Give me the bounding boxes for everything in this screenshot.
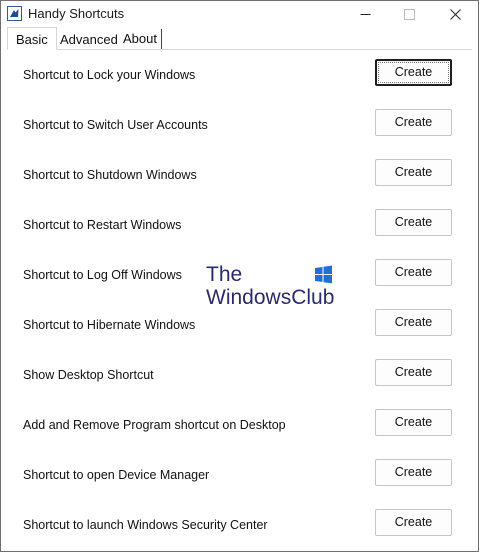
create-restart-button[interactable]: Create bbox=[375, 209, 452, 236]
create-add-remove-programs-button[interactable]: Create bbox=[375, 409, 452, 436]
watermark-line-1: The bbox=[206, 263, 243, 286]
lock-windows-label: Shortcut to Lock your Windows bbox=[23, 68, 196, 82]
device-manager-label: Shortcut to open Device Manager bbox=[23, 468, 210, 482]
watermark-line-2: WindowsClub bbox=[206, 286, 335, 309]
tab-basic[interactable]: Basic bbox=[7, 27, 57, 50]
create-hibernate-button[interactable]: Create bbox=[375, 309, 452, 336]
create-switch-user-button[interactable]: Create bbox=[375, 109, 452, 136]
maximize-button[interactable] bbox=[387, 1, 431, 27]
create-lock-windows-button[interactable]: Create bbox=[375, 59, 452, 86]
windows-logo-icon bbox=[314, 265, 333, 284]
app-icon bbox=[7, 6, 22, 21]
create-shutdown-button[interactable]: Create bbox=[375, 159, 452, 186]
tab-strip: Basic Advanced About bbox=[1, 27, 478, 51]
shutdown-label: Shortcut to Shutdown Windows bbox=[23, 168, 197, 182]
tab-about[interactable]: About bbox=[119, 29, 162, 49]
tab-advanced[interactable]: Advanced bbox=[55, 29, 123, 49]
hibernate-label: Shortcut to Hibernate Windows bbox=[23, 318, 196, 332]
switch-user-label: Shortcut to Switch User Accounts bbox=[23, 118, 208, 132]
watermark: The WindowsClub bbox=[206, 264, 346, 312]
title-bar[interactable]: Handy Shortcuts bbox=[1, 1, 478, 27]
log-off-label: Shortcut to Log Off Windows bbox=[23, 268, 182, 282]
create-security-center-button[interactable]: Create bbox=[375, 509, 452, 536]
create-show-desktop-button[interactable]: Create bbox=[375, 359, 452, 386]
create-device-manager-button[interactable]: Create bbox=[375, 459, 452, 486]
create-log-off-button[interactable]: Create bbox=[375, 259, 452, 286]
add-remove-programs-label: Add and Remove Program shortcut on Deskt… bbox=[23, 418, 286, 432]
restart-label: Shortcut to Restart Windows bbox=[23, 218, 182, 232]
close-button[interactable] bbox=[433, 1, 477, 27]
minimize-button[interactable] bbox=[343, 1, 387, 27]
app-window: Handy Shortcuts Basic Advanced About Sho… bbox=[0, 0, 479, 552]
close-icon bbox=[449, 8, 461, 20]
show-desktop-label: Show Desktop Shortcut bbox=[23, 368, 154, 382]
button-label: Create bbox=[394, 65, 433, 79]
tab-divider bbox=[7, 49, 472, 50]
window-title: Handy Shortcuts bbox=[28, 6, 125, 21]
maximize-icon bbox=[403, 8, 415, 20]
minimize-icon bbox=[360, 13, 370, 15]
security-center-label: Shortcut to launch Windows Security Cent… bbox=[23, 518, 268, 532]
